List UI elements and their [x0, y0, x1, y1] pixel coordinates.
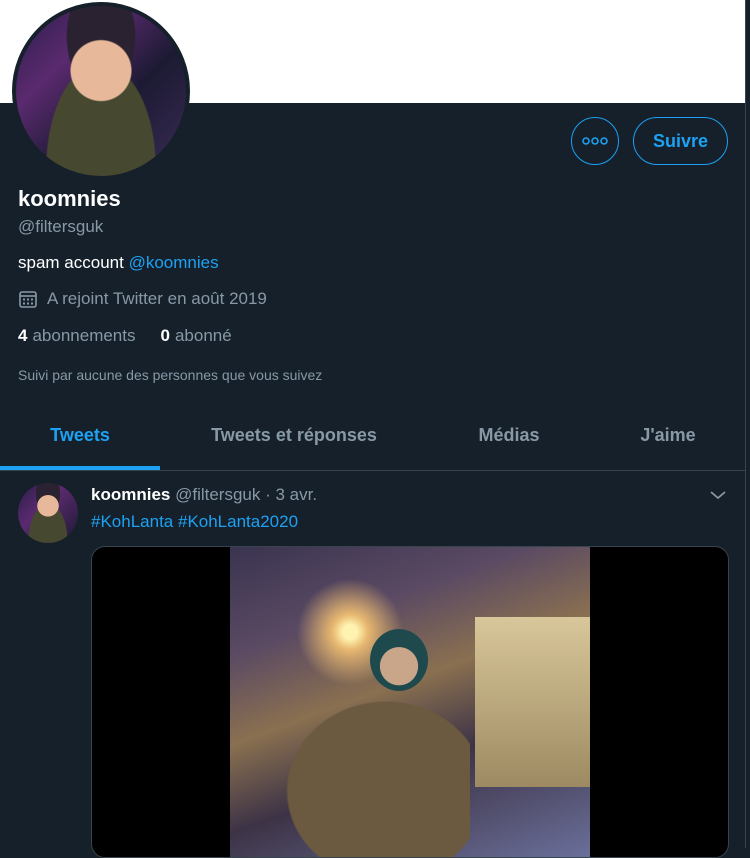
followers-link[interactable]: 0 abonné [161, 326, 232, 346]
more-icon [582, 137, 608, 145]
profile-name: koomnies [18, 186, 121, 211]
profile-tabs: Tweets Tweets et réponses Médias J'aime [0, 400, 746, 471]
followers-label: abonné [174, 326, 232, 345]
bio-text: spam account [18, 253, 129, 272]
following-label: abonnements [32, 326, 136, 345]
chevron-down-icon[interactable] [707, 484, 729, 506]
video-background-panel [475, 617, 590, 787]
profile-bio: spam account @koomnies [18, 253, 219, 273]
tweet-separator: · [260, 485, 276, 504]
followers-count: 0 [160, 326, 170, 345]
tweet-text: #KohLanta #KohLanta2020 [91, 512, 298, 532]
tab-likes[interactable]: J'aime [600, 400, 736, 470]
tweet-author-handle[interactable]: @filtersguk [175, 485, 260, 504]
more-options-button[interactable] [571, 117, 619, 165]
following-count: 4 [18, 326, 28, 345]
tweet-author-name[interactable]: koomnies [91, 485, 170, 504]
calendar-icon [19, 291, 37, 308]
join-date-text: A rejoint Twitter en août 2019 [47, 289, 267, 308]
tweet-header: koomnies @filtersguk · 3 avr. [91, 485, 317, 505]
profile-stats: 4 abonnements 0 abonné [18, 326, 257, 346]
followed-by-text: Suivi par aucune des personnes que vous … [18, 367, 323, 383]
tweet-video[interactable] [91, 546, 729, 858]
profile-avatar[interactable] [12, 2, 190, 180]
join-date: A rejoint Twitter en août 2019 [18, 289, 267, 309]
video-performer-head [370, 629, 428, 691]
tweet-date[interactable]: 3 avr. [276, 485, 318, 504]
hashtag-link[interactable]: #KohLanta [91, 512, 173, 531]
bio-mention-link[interactable]: @koomnies [129, 253, 219, 272]
tab-tweets[interactable]: Tweets [0, 400, 160, 470]
tweet-avatar[interactable] [18, 483, 78, 543]
video-frame [230, 547, 590, 857]
hashtag-link[interactable]: #KohLanta2020 [178, 512, 298, 531]
follow-button[interactable]: Suivre [633, 117, 728, 165]
following-link[interactable]: 4 abonnements [18, 326, 136, 346]
tab-tweets-and-replies[interactable]: Tweets et réponses [190, 400, 398, 470]
tab-media[interactable]: Médias [440, 400, 578, 470]
video-performer [260, 677, 470, 857]
profile-handle: @filtersguk [18, 217, 104, 236]
